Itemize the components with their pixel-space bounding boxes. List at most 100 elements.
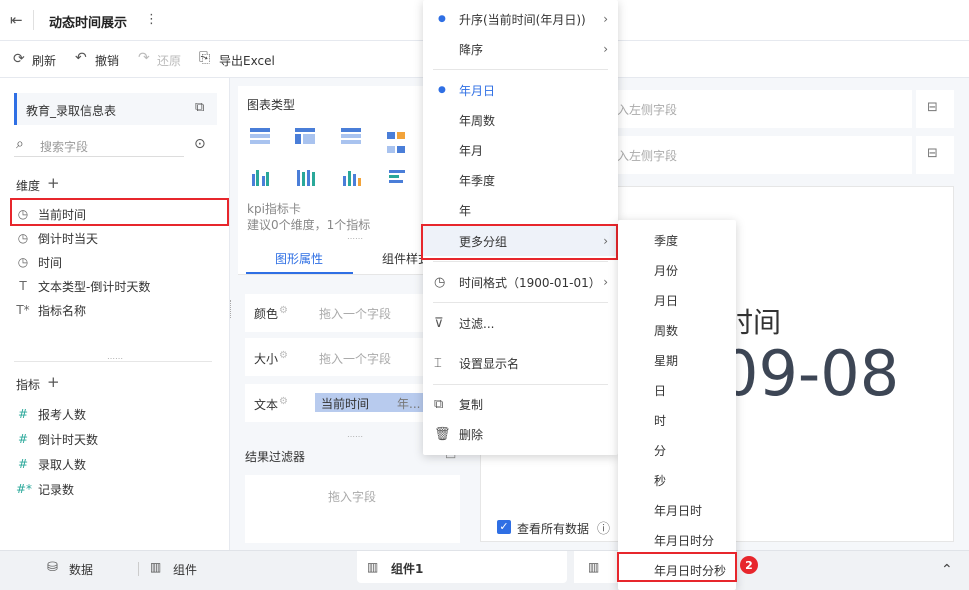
- menu-sort-desc[interactable]: 降序 ›: [423, 34, 618, 64]
- cross-table-icon[interactable]: [295, 128, 317, 146]
- text-type-icon: T*: [16, 303, 30, 317]
- kpi-chart-hint: 建议0个维度，1个指标: [247, 218, 371, 232]
- dimension-item-text-countdown[interactable]: T 文本类型-倒计时天数: [16, 275, 150, 297]
- dimension-item-countdown-day[interactable]: ◷ 倒计时当天: [16, 227, 98, 249]
- add-dimension-icon[interactable]: +: [47, 174, 60, 192]
- switch-table-icon[interactable]: ⧉: [195, 100, 204, 115]
- view-all-checkbox[interactable]: ✓: [497, 520, 511, 534]
- tab-component1[interactable]: ▥ 组件1: [357, 551, 567, 583]
- number-type-icon: #: [17, 432, 29, 446]
- section-handle[interactable]: ⋯⋯: [347, 432, 363, 441]
- dimension-item-metric-name[interactable]: T* 指标名称: [16, 299, 86, 321]
- menu-time-format[interactable]: ◷ 时间格式（1900-01-01） ›: [423, 267, 618, 297]
- active-tab-underline: [246, 272, 353, 274]
- submenu-minute[interactable]: 分: [618, 435, 736, 465]
- selected-dot-icon: ●: [438, 85, 446, 95]
- undo-icon[interactable]: ↶: [75, 50, 87, 66]
- menu-group-ym[interactable]: 年月: [423, 135, 618, 165]
- step-badge-2: 2: [740, 556, 758, 574]
- bottom-tab-bar: ⛁ 数据 ▥ 组件 ▥ 组件1 ▥ ⌃: [0, 550, 969, 590]
- bar-chart-icon[interactable]: [387, 168, 409, 186]
- sort-icon[interactable]: ⊟: [927, 100, 938, 115]
- submenu-hour[interactable]: 时: [618, 405, 736, 435]
- color-label: 颜色: [254, 307, 279, 321]
- size-drop-slot[interactable]: 拖入一个字段: [319, 350, 391, 367]
- more-icon[interactable]: ⋮: [145, 12, 158, 27]
- measure-item-countdown-days[interactable]: # 倒计时天数: [16, 428, 98, 450]
- submenu-quarter[interactable]: 季度: [618, 225, 736, 255]
- filter-drop-area[interactable]: 拖入字段: [245, 475, 460, 543]
- undo-button[interactable]: 撤销: [95, 52, 119, 69]
- selected-dot-icon: ●: [438, 14, 446, 24]
- add-chart-icon[interactable]: ▥: [588, 560, 599, 574]
- sort-icon[interactable]: ⊟: [927, 146, 938, 161]
- menu-group-year[interactable]: 年: [423, 195, 618, 225]
- menu-group-ymd[interactable]: ● 年月日: [423, 75, 618, 105]
- table-selector[interactable]: 教育_录取信息表 ⧉: [14, 93, 217, 125]
- drop-slot-text-2: 入左侧字段: [617, 149, 678, 163]
- measure-item-admitted[interactable]: # 录取人数: [16, 453, 86, 475]
- redo-icon[interactable]: ↷: [138, 50, 150, 66]
- submenu-month[interactable]: 月份: [618, 255, 736, 285]
- info-icon[interactable]: ⓘ: [597, 518, 610, 537]
- refresh-icon[interactable]: ⟳: [13, 51, 25, 67]
- submenu-ymd-hour-minute[interactable]: 年月日时分: [618, 525, 736, 555]
- filter-icon: ⊽: [434, 315, 444, 331]
- export-excel-button[interactable]: 导出Excel: [219, 52, 275, 69]
- menu-separator: [433, 261, 608, 262]
- panel-resize-handle[interactable]: [230, 300, 232, 318]
- divider: [33, 10, 34, 30]
- menu-separator: [433, 69, 608, 70]
- settings-icon[interactable]: ⚙: [279, 305, 288, 316]
- search-input[interactable]: 搜索字段: [40, 138, 88, 155]
- color-drop-slot[interactable]: 拖入一个字段: [319, 305, 391, 322]
- detail-table-icon[interactable]: [341, 128, 363, 146]
- divider: [138, 562, 139, 576]
- database-icon: ⛁: [47, 560, 58, 575]
- column-chart-icon[interactable]: [341, 168, 363, 186]
- submenu-month-day[interactable]: 月日: [618, 285, 736, 315]
- grouped-bar-icon[interactable]: [250, 168, 272, 186]
- tab-data[interactable]: 数据: [69, 561, 93, 578]
- chart-icon: ▥: [367, 560, 379, 574]
- chevron-right-icon: ›: [603, 275, 608, 289]
- submenu-ymd-hour[interactable]: 年月日时: [618, 495, 736, 525]
- table-chart-icon[interactable]: [250, 128, 272, 146]
- exit-icon[interactable]: ⇤: [10, 11, 23, 29]
- add-component-tab[interactable]: ▥: [574, 551, 618, 583]
- filter-drop-text: 拖入字段: [328, 490, 377, 504]
- section-handle[interactable]: ⋯⋯: [347, 234, 363, 243]
- splitter-handle[interactable]: ⋯⋯: [107, 354, 123, 363]
- menu-separator: [433, 384, 608, 385]
- menu-copy[interactable]: ⧉ 复制: [423, 389, 618, 419]
- more-group-submenu: 季度 月份 月日 周数 星期 日 时 分 秒 年月日时 年月日时分 年月日时分秒: [618, 220, 736, 590]
- refresh-button[interactable]: 刷新: [32, 52, 56, 69]
- submenu-day[interactable]: 日: [618, 375, 736, 405]
- submenu-weekday[interactable]: 星期: [618, 345, 736, 375]
- submenu-week-number[interactable]: 周数: [618, 315, 736, 345]
- stacked-bar-icon[interactable]: [295, 168, 317, 186]
- add-measure-icon[interactable]: +: [47, 373, 60, 391]
- menu-delete[interactable]: 🗑 删除: [423, 419, 618, 449]
- measure-item-applicants[interactable]: # 报考人数: [16, 403, 86, 425]
- tab-component[interactable]: 组件: [173, 561, 197, 578]
- redo-button[interactable]: 还原: [157, 52, 181, 69]
- filter-title: 结果过滤器: [245, 450, 306, 464]
- menu-sort-asc[interactable]: ● 升序(当前时间(年月日)) ›: [423, 4, 618, 34]
- dimension-title: 维度: [16, 179, 41, 193]
- export-icon[interactable]: ⎘: [199, 50, 210, 66]
- size-label: 大小: [254, 352, 279, 366]
- settings-icon[interactable]: ⚙: [279, 350, 288, 361]
- tab-graph-props[interactable]: 图形属性: [275, 250, 323, 267]
- measure-item-record-count[interactable]: #* 记录数: [16, 478, 74, 500]
- collapse-icon[interactable]: ⌃: [941, 562, 953, 578]
- settings-icon[interactable]: ⚙: [279, 396, 288, 407]
- menu-display-name[interactable]: ⌶ 设置显示名: [423, 348, 618, 378]
- menu-group-yquarter[interactable]: 年季度: [423, 165, 618, 195]
- dimension-item-time[interactable]: ◷ 时间: [16, 251, 62, 273]
- menu-filter[interactable]: ⊽ 过滤...: [423, 308, 618, 338]
- submenu-second[interactable]: 秒: [618, 465, 736, 495]
- kpi-card-icon[interactable]: [387, 128, 409, 153]
- menu-group-yweek[interactable]: 年周数: [423, 105, 618, 135]
- more-options-icon[interactable]: ⊙: [194, 136, 206, 152]
